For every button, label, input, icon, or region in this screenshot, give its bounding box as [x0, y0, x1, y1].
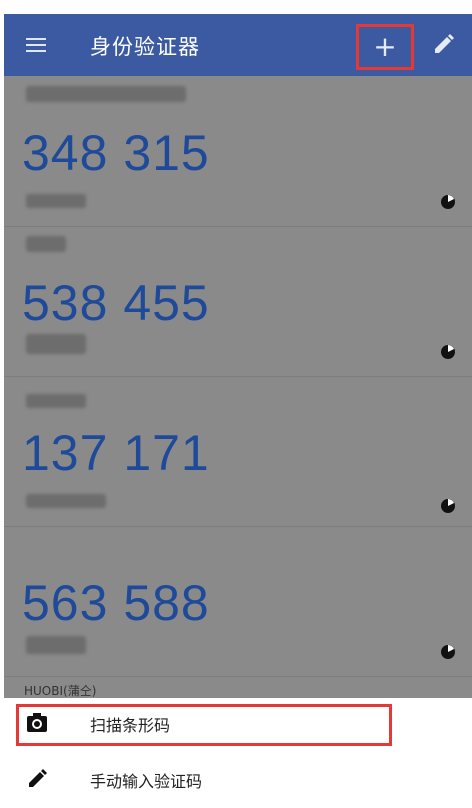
pencil-icon: [435, 34, 454, 53]
countdown-timer-icon: [441, 195, 455, 209]
account-issuer-blurred: [26, 636, 86, 654]
account-name-blurred: [26, 86, 186, 102]
edit-button[interactable]: [426, 28, 460, 62]
account-issuer-blurred: [26, 334, 86, 354]
account-issuer-blurred: [26, 494, 106, 508]
countdown-timer-icon: [441, 345, 455, 359]
verification-code: 348 315: [22, 125, 210, 181]
app-title: 身份验证器: [90, 35, 200, 59]
list-item[interactable]: 137 171: [4, 376, 472, 527]
add-account-button[interactable]: +: [356, 24, 414, 70]
countdown-timer-icon: [441, 645, 455, 659]
plus-icon: +: [373, 30, 397, 63]
account-name-blurred: [26, 236, 66, 252]
countdown-timer-icon: [441, 499, 455, 513]
manual-entry-option[interactable]: 手动输入验证码: [4, 754, 472, 806]
manual-entry-label: 手动输入验证码: [90, 772, 203, 791]
highlight-box: [16, 704, 392, 746]
verification-code: 137 171: [22, 425, 210, 481]
verification-code: 563 588: [22, 575, 210, 631]
account-name-blurred: [26, 394, 86, 408]
pencil-icon: [29, 769, 47, 787]
scan-barcode-option[interactable]: 扫描条形码: [4, 698, 472, 750]
list-item[interactable]: 563 588: [4, 526, 472, 677]
verification-code: 538 455: [22, 275, 210, 331]
list-item[interactable]: 538 455: [4, 226, 472, 377]
partial-account-label: HUOBI(蒲仝): [24, 684, 97, 698]
accounts-list: 348 315 538 455 137 171 563 588 HUOBI(蒲仝…: [4, 76, 472, 698]
account-issuer-blurred: [26, 194, 86, 208]
app-bar: 身份验证器 +: [4, 14, 472, 76]
list-item[interactable]: 348 315: [4, 76, 472, 227]
add-account-sheet: 扫描条形码 手动输入验证码: [4, 698, 472, 808]
hamburger-menu-icon[interactable]: [26, 38, 46, 52]
